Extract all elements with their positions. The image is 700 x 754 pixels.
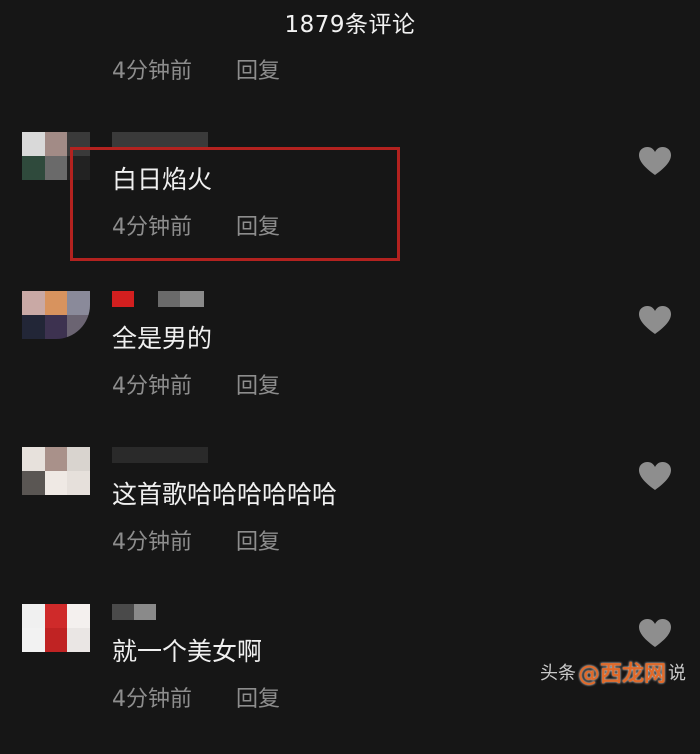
watermark-prefix: 头条 [540, 663, 576, 684]
watermark: 头条 @西龙网 说 [540, 658, 687, 687]
heart-icon [639, 619, 671, 647]
heart-icon [639, 147, 671, 175]
like-button[interactable] [638, 305, 672, 335]
username-obscured[interactable] [112, 132, 208, 148]
reply-button[interactable]: 回复 [236, 524, 280, 556]
username-obscured[interactable] [112, 604, 156, 620]
like-button[interactable] [638, 146, 672, 176]
comment-count-title: 1879条评论 [284, 12, 416, 38]
like-button[interactable] [638, 618, 672, 648]
comment-meta: 4分钟前 回复 [112, 682, 280, 712]
avatar[interactable] [22, 291, 90, 339]
prev-comment-meta: 4分钟前 回复 [112, 54, 280, 84]
comment-header: 1879条评论 [0, 0, 700, 44]
comment-meta: 4分钟前 回复 [112, 369, 280, 399]
comment-item: 全是男的 4分钟前 回复 [0, 291, 700, 441]
reply-button[interactable]: 回复 [236, 53, 280, 85]
like-button[interactable] [638, 461, 672, 491]
comment-panel: 1879条评论 4分钟前 回复 白日焰火 4分钟前 回复 全是男的 4分钟前 回… [0, 0, 700, 712]
comment-time: 4分钟前 [112, 374, 192, 399]
watermark-suffix: 说 [668, 663, 687, 684]
comment-time: 4分钟前 [112, 530, 192, 555]
comment-text: 这首歌哈哈哈哈哈哈 [112, 480, 338, 509]
comment-time: 4分钟前 [112, 687, 192, 712]
heart-icon [639, 306, 671, 334]
comment-text: 就一个美女啊 [112, 637, 263, 666]
username-obscured[interactable] [112, 447, 208, 463]
username-obscured[interactable] [112, 291, 204, 307]
reply-button[interactable]: 回复 [236, 368, 280, 400]
watermark-brand: @西龙网 [578, 662, 667, 687]
comment-time: 4分钟前 [112, 59, 192, 84]
comment-meta: 4分钟前 回复 [112, 525, 280, 555]
highlight-box [70, 147, 400, 261]
avatar[interactable] [22, 447, 90, 495]
comment-item: 这首歌哈哈哈哈哈哈 4分钟前 回复 [0, 447, 700, 597]
reply-button[interactable]: 回复 [236, 681, 280, 713]
heart-icon [639, 462, 671, 490]
avatar[interactable] [22, 604, 90, 652]
comment-text: 全是男的 [112, 324, 213, 353]
